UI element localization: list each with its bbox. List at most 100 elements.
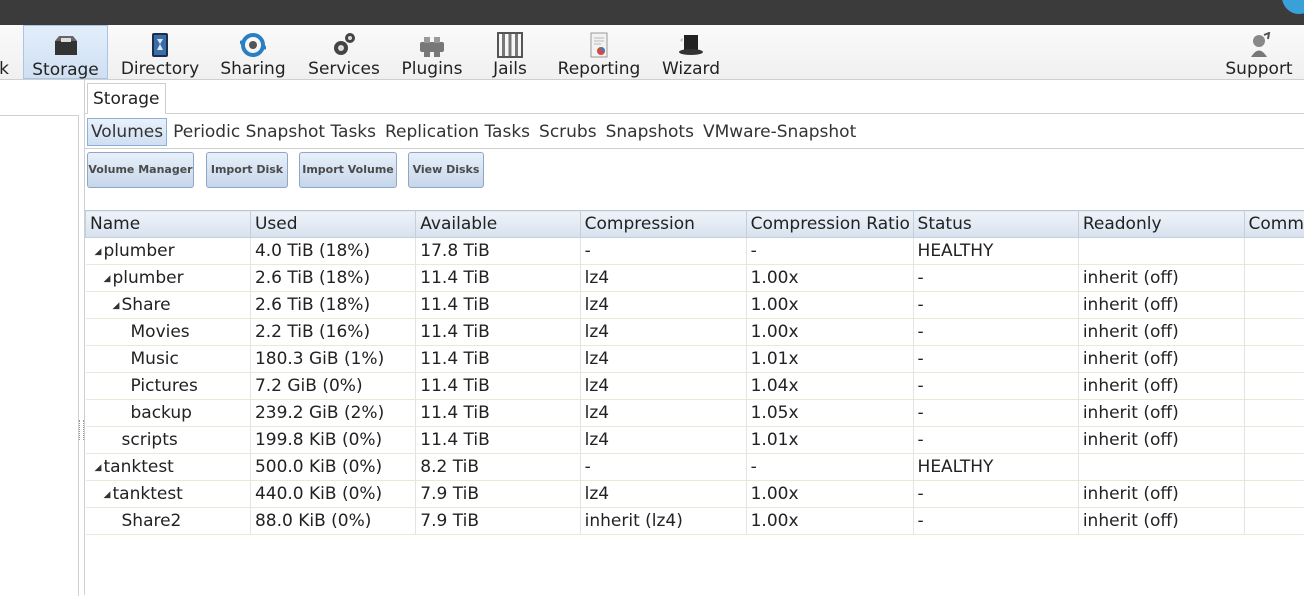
nav-item-support[interactable]: Support [1220, 25, 1298, 79]
cell-name: backup [86, 400, 251, 427]
column-header-compression-ratio[interactable]: Compression Ratio [746, 211, 913, 238]
cell-name: ◢tanktest [86, 454, 251, 481]
freenas-logo-icon[interactable] [1282, 0, 1304, 14]
cell-readonly: inherit (off) [1078, 346, 1244, 373]
column-header-used[interactable]: Used [250, 211, 415, 238]
cell-available: 11.4 TiB [416, 427, 580, 454]
table-row[interactable]: ◢tanktest500.0 KiB (0%)8.2 TiB--HEALTHY [86, 454, 1304, 481]
cell-used: 7.2 GiB (0%) [250, 373, 415, 400]
cell-name: ◢tanktest [86, 481, 251, 508]
cell-compression: lz4 [580, 346, 746, 373]
column-header-comments[interactable]: Comm [1244, 211, 1304, 238]
dataset-name: backup [131, 403, 192, 423]
cell-readonly: inherit (off) [1078, 292, 1244, 319]
top-bar [0, 0, 1304, 25]
nav-item-directory[interactable]: Directory [115, 25, 205, 79]
subtab-scrubs[interactable]: Scrubs [536, 119, 600, 145]
cell-ratio: 1.00x [746, 292, 913, 319]
table-row[interactable]: ◢tanktest440.0 KiB (0%)7.9 TiBlz41.00x-i… [86, 481, 1304, 508]
cell-used: 500.0 KiB (0%) [250, 454, 415, 481]
left-tree-panel [0, 115, 79, 596]
cell-compression: - [580, 454, 746, 481]
table-row[interactable]: ◢plumber2.6 TiB (18%)11.4 TiBlz41.00x-in… [86, 265, 1304, 292]
nav-item-reporting[interactable]: Reporting [554, 25, 644, 79]
cell-ratio: 1.01x [746, 346, 913, 373]
subtab-replication-tasks[interactable]: Replication Tasks [382, 119, 533, 145]
cell-comments [1244, 373, 1304, 400]
dataset-name: Share2 [122, 511, 182, 531]
nav-item-wizard[interactable]: Wizard [656, 25, 726, 79]
nav-item-label: Reporting [554, 59, 644, 79]
storage-icon [53, 33, 79, 59]
tree-expander-icon[interactable]: ◢ [95, 247, 104, 257]
dataset-name: tanktest [113, 484, 183, 504]
tree-expander-icon[interactable]: ◢ [104, 274, 113, 284]
subtab-vmware-snapshot[interactable]: VMware-Snapshot [700, 119, 859, 145]
cell-readonly [1078, 454, 1244, 481]
cell-status: - [913, 427, 1078, 454]
table-row[interactable]: backup239.2 GiB (2%)11.4 TiBlz41.05x-inh… [86, 400, 1304, 427]
cell-ratio: 1.00x [746, 265, 913, 292]
wizard-hat-icon [678, 32, 704, 58]
cell-comments [1244, 508, 1304, 535]
table-row[interactable]: ◢plumber4.0 TiB (18%)17.8 TiB--HEALTHY [86, 238, 1304, 265]
table-row[interactable]: Movies2.2 TiB (16%)11.4 TiBlz41.00x-inhe… [86, 319, 1304, 346]
nav-item-plugins[interactable]: Plugins [396, 25, 468, 79]
table-row[interactable]: Share288.0 KiB (0%)7.9 TiBinherit (lz4)1… [86, 508, 1304, 535]
table-row[interactable]: Music180.3 GiB (1%)11.4 TiBlz41.01x-inhe… [86, 346, 1304, 373]
cell-used: 2.2 TiB (16%) [250, 319, 415, 346]
cell-available: 8.2 TiB [416, 454, 580, 481]
jails-icon [497, 32, 523, 58]
cell-comments [1244, 238, 1304, 265]
tree-expander-icon[interactable]: ◢ [95, 463, 104, 473]
table-row[interactable]: scripts199.8 KiB (0%)11.4 TiBlz41.01x-in… [86, 427, 1304, 454]
main-content: Storage VolumesPeriodic Snapshot TasksRe… [84, 80, 1304, 595]
subtab-periodic-snapshot-tasks[interactable]: Periodic Snapshot Tasks [170, 119, 379, 145]
column-header-status[interactable]: Status [913, 211, 1078, 238]
cell-available: 11.4 TiB [416, 265, 580, 292]
cell-used: 199.8 KiB (0%) [250, 427, 415, 454]
nav-item-jails[interactable]: Jails [478, 25, 542, 79]
dataset-name: Pictures [131, 376, 198, 396]
cell-available: 11.4 TiB [416, 346, 580, 373]
cell-available: 17.8 TiB [416, 238, 580, 265]
nav-item-label: k [0, 59, 12, 79]
view-disks-button[interactable]: View Disks [408, 152, 484, 188]
column-header-name[interactable]: Name [86, 211, 251, 238]
cell-ratio: 1.00x [746, 319, 913, 346]
column-header-compression[interactable]: Compression [580, 211, 746, 238]
tree-expander-icon[interactable]: ◢ [113, 301, 122, 311]
cell-comments [1244, 319, 1304, 346]
column-header-readonly[interactable]: Readonly [1078, 211, 1244, 238]
table-row[interactable]: ◢Share2.6 TiB (18%)11.4 TiBlz41.00x-inhe… [86, 292, 1304, 319]
subtab-snapshots[interactable]: Snapshots [603, 119, 697, 145]
directory-icon [147, 32, 173, 58]
cell-status: - [913, 319, 1078, 346]
cell-ratio: 1.01x [746, 427, 913, 454]
nav-item-services[interactable]: Services [303, 25, 385, 79]
tab-storage[interactable]: Storage [87, 83, 166, 114]
cell-name: Movies [86, 319, 251, 346]
nav-item-label: Wizard [656, 59, 726, 79]
volume-manager-button[interactable]: Volume Manager [87, 152, 194, 188]
tree-expander-icon[interactable]: ◢ [104, 490, 113, 500]
cell-compression: lz4 [580, 292, 746, 319]
nav-item-sharing[interactable]: Sharing [214, 25, 292, 79]
import-volume-button[interactable]: Import Volume [299, 152, 397, 188]
nav-item-storage[interactable]: Storage [23, 25, 108, 79]
cell-name: scripts [86, 427, 251, 454]
subtab-volumes[interactable]: Volumes [87, 118, 167, 146]
dataset-name: Music [131, 349, 179, 369]
nav-item-label: Services [303, 59, 385, 79]
cell-readonly: inherit (off) [1078, 373, 1244, 400]
import-disk-button[interactable]: Import Disk [206, 152, 288, 188]
table-row[interactable]: Pictures7.2 GiB (0%)11.4 TiBlz41.04x-inh… [86, 373, 1304, 400]
cell-status: - [913, 292, 1078, 319]
column-header-available[interactable]: Available [416, 211, 580, 238]
cell-available: 11.4 TiB [416, 292, 580, 319]
cell-used: 2.6 TiB (18%) [250, 292, 415, 319]
dataset-name: plumber [104, 241, 175, 261]
dataset-name: tanktest [104, 457, 174, 477]
cell-readonly: inherit (off) [1078, 508, 1244, 535]
nav-item-network[interactable]: k [0, 25, 12, 79]
